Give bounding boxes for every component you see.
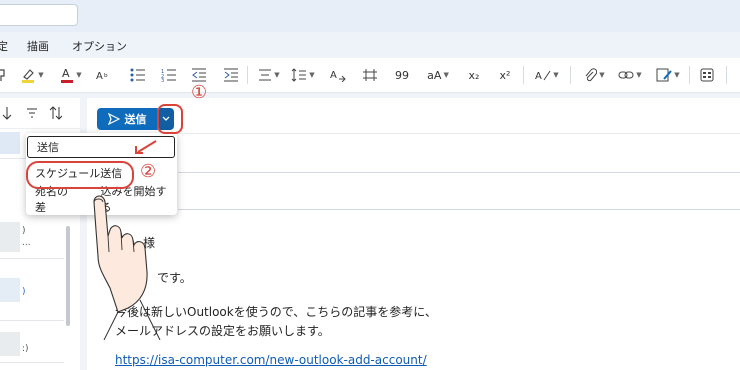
svg-text:A: A (96, 71, 103, 82)
sort-icon[interactable] (49, 106, 63, 120)
list-item[interactable]: ) (0, 260, 64, 321)
send-label: 送信 (124, 113, 147, 126)
list-item-snippet: ... (22, 238, 31, 248)
paragraph-icon[interactable] (362, 67, 378, 83)
increase-indent-icon[interactable] (223, 67, 239, 83)
tab-format[interactable]: 定 (0, 38, 8, 54)
superscript-icon[interactable]: x² (497, 67, 513, 83)
apps-icon[interactable] (699, 67, 715, 83)
list-toolbar (0, 98, 80, 129)
tab-options[interactable]: オプション (72, 38, 127, 54)
align-icon[interactable]: ▼ (256, 67, 282, 83)
annotation-arrow (135, 140, 157, 154)
list-item-snippet: ) (22, 287, 26, 297)
subject-field-divider (178, 209, 740, 210)
svg-text:ᵇ: ᵇ (104, 73, 108, 82)
styles-icon[interactable]: A (330, 67, 346, 83)
annotation-step-2: ② (140, 161, 157, 182)
list-item-snippet: ) (22, 226, 26, 236)
formatting-ribbon: ▼ A ▼ Aᵇ 123 ▼ ▼ A 99 aA ▼ x₂ x² A ▼ ▼ ▼ ▼ (0, 58, 740, 93)
font-color-icon[interactable]: A ▼ (56, 67, 86, 83)
svg-text:3: 3 (161, 78, 164, 82)
toolbar-divider (87, 133, 740, 134)
svg-text:A: A (330, 70, 337, 81)
signature-icon[interactable]: ▼ (654, 67, 682, 83)
send-button[interactable]: 送信 (97, 108, 157, 130)
article-link[interactable]: https://isa-computer.com/new-outlook-add… (115, 353, 427, 367)
svg-text:A: A (535, 71, 542, 82)
to-field-divider (178, 172, 740, 173)
quote-icon[interactable]: 99 (394, 67, 410, 83)
list-item-snippet: :) (22, 344, 29, 354)
hand-pointer-icon (93, 195, 161, 340)
tab-draw[interactable]: 描画 (27, 38, 49, 54)
title-bar (0, 0, 740, 32)
search-input[interactable] (0, 4, 78, 26)
subscript-icon[interactable]: x₂ (466, 67, 482, 83)
format-painter-icon[interactable] (0, 67, 6, 83)
annotation-outline-chevron (157, 104, 183, 134)
list-item[interactable]: :) (0, 322, 64, 363)
highlight-icon[interactable]: ▼ (18, 67, 46, 83)
svg-text:A: A (62, 67, 70, 80)
decrease-indent-icon[interactable] (191, 67, 207, 83)
line-spacing-icon[interactable]: ▼ (289, 67, 317, 83)
list-item[interactable]: ) ... (0, 216, 64, 259)
send-icon (107, 113, 120, 125)
arrow-down-icon[interactable] (2, 106, 12, 120)
annotation-outline-schedule (26, 161, 134, 189)
numbering-icon[interactable]: 123 (161, 67, 177, 83)
editor-icon[interactable]: A ▼ (533, 67, 561, 83)
font-size-icon[interactable]: aA ▼ (424, 67, 452, 83)
annotation-step-1: ① (191, 82, 208, 103)
bullets-icon[interactable] (130, 67, 146, 83)
attach-icon[interactable]: ▼ (580, 67, 608, 83)
clear-format-icon[interactable]: Aᵇ (96, 67, 114, 83)
list-scrollbar[interactable] (66, 226, 70, 326)
filter-icon[interactable] (26, 107, 38, 119)
link-icon[interactable]: ▼ (616, 67, 644, 83)
ribbon-tabs: 定 描画 オプション (0, 32, 740, 56)
